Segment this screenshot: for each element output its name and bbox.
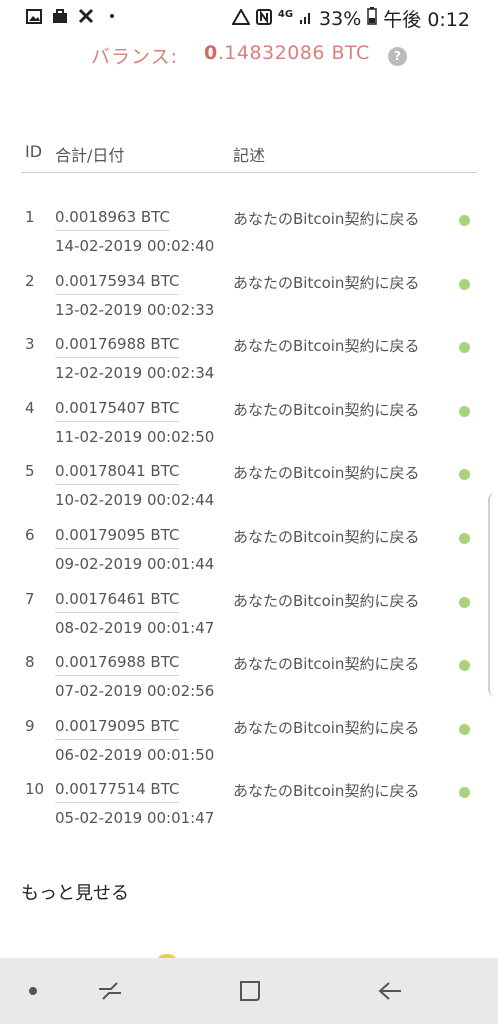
row-amount: 0.00179095 BTC — [55, 526, 180, 549]
header-amount-date: 合計/日付 — [55, 146, 125, 165]
row-amount: 0.00179095 BTC — [55, 717, 180, 740]
status-dot-icon — [459, 532, 470, 544]
row-description: あなたのBitcoin契約に戻る — [233, 210, 420, 228]
row-amount: 0.00178041 BTC — [55, 462, 180, 486]
row-amount: 0.00177514 BTC — [55, 780, 180, 804]
status-dot-icon — [459, 596, 470, 608]
row-date: 12-02-2019 00:02:34 — [55, 364, 215, 383]
row-date: 08-02-2019 00:01:47 — [55, 618, 215, 637]
recent-apps-icon[interactable] — [90, 974, 130, 1008]
status-dot-icon — [459, 342, 470, 354]
row-description: あなたのBitcoin契約に戻る — [233, 273, 420, 292]
help-icon[interactable]: ? — [388, 47, 407, 66]
status-dot-icon — [459, 469, 470, 481]
row-id: 7 — [25, 589, 35, 608]
table-row: 5 0.00178041 BTC 10-02-2019 00:02:44 あなたのBi… — [0, 460, 498, 524]
header-divider — [21, 172, 477, 173]
balance-section: バランス: 0.14832086 BTC ? — [0, 42, 498, 70]
status-dot-icon — [459, 215, 470, 226]
row-description: あなたのBitcoin契約に戻る — [233, 782, 420, 801]
row-id: 2 — [25, 271, 35, 290]
nfc-icon — [255, 8, 272, 30]
status-dot-icon — [459, 787, 470, 799]
row-id: 10 — [25, 780, 45, 799]
row-id: 5 — [25, 462, 35, 481]
row-amount: 0.00176461 BTC — [55, 590, 180, 613]
signal-icon — [299, 8, 313, 30]
row-amount: 0.0018963 BTC — [55, 208, 170, 231]
alert-icon — [231, 7, 251, 30]
row-description: あなたのBitcoin契約に戻る — [233, 337, 420, 356]
row-date: 11-02-2019 00:02:50 — [55, 427, 215, 446]
row-date: 05-02-2019 00:01:47 — [55, 809, 215, 828]
row-description: あなたのBitcoin契約に戻る — [233, 718, 420, 737]
table-row: 1 0.0018963 BTC 14-02-2019 00:02:40 あなたのBit… — [0, 206, 498, 270]
row-description: あなたのBitcoin契約に戻る — [233, 400, 420, 419]
row-amount: 0.00176988 BTC — [55, 335, 180, 359]
row-date: 07-02-2019 00:02:56 — [55, 682, 215, 701]
table-row: 10 0.00177514 BTC 05-02-2019 00:01:47 あなたのB… — [0, 778, 498, 842]
transaction-list: 1 0.0018963 BTC 14-02-2019 00:02:40 あなたのBit… — [0, 206, 498, 842]
status-bar: 4G 33% 午後 0:12 — [0, 0, 498, 34]
table-row: 4 0.00175407 BTC 11-02-2019 00:02:50 あなたのBi… — [0, 397, 498, 461]
row-id: 1 — [25, 208, 35, 226]
row-amount: 0.00175407 BTC — [55, 399, 180, 422]
row-description: あなたのBitcoin契約に戻る — [233, 464, 420, 483]
row-id: 8 — [25, 653, 35, 672]
back-icon[interactable] — [370, 974, 410, 1008]
battery-percent: 33% — [319, 7, 362, 30]
row-amount: 0.00176988 BTC — [55, 653, 180, 677]
scrollbar[interactable] — [488, 492, 498, 697]
balance-value-rest: .14832086 BTC — [217, 42, 370, 64]
nav-dot-icon — [29, 987, 37, 995]
table-row: 9 0.00179095 BTC 06-02-2019 00:01:50 あなたのBi… — [0, 715, 498, 779]
balance-label: バランス: — [91, 46, 179, 68]
row-id: 3 — [25, 335, 35, 354]
clock: 午後 0:12 — [383, 9, 470, 31]
status-dot-icon — [459, 278, 470, 290]
dot-icon — [104, 8, 120, 24]
network-type: 4G — [277, 9, 294, 20]
row-description: あなたのBitcoin契約に戻る — [233, 655, 420, 674]
row-date: 10-02-2019 00:02:44 — [55, 491, 215, 510]
show-more-link[interactable]: もっと見せる — [21, 879, 129, 905]
table-row: 7 0.00176461 BTC 08-02-2019 00:01:47 あなたのBi… — [0, 588, 498, 652]
home-icon[interactable] — [230, 974, 270, 1008]
status-dot-icon — [459, 723, 470, 735]
row-date: 13-02-2019 00:02:33 — [55, 300, 215, 319]
navigation-bar — [0, 958, 498, 1024]
row-description: あなたのBitcoin契約に戻る — [233, 527, 420, 546]
tools-icon — [78, 8, 94, 24]
status-dot-icon — [459, 405, 470, 417]
row-amount: 0.00175934 BTC — [55, 272, 180, 295]
row-id: 9 — [25, 716, 35, 735]
balance-value-lead: 0 — [204, 42, 218, 64]
row-description: あなたのBitcoin契約に戻る — [233, 591, 420, 610]
row-id: 4 — [25, 398, 35, 417]
table-row: 3 0.00176988 BTC 12-02-2019 00:02:34 あなたのBi… — [0, 333, 498, 397]
table-header: ID 合計/日付 記述 — [0, 142, 498, 166]
row-date: 06-02-2019 00:01:50 — [55, 745, 215, 764]
briefcase-icon — [52, 8, 68, 24]
table-row: 8 0.00176988 BTC 07-02-2019 00:02:56 あなたのBi… — [0, 651, 498, 715]
table-row: 6 0.00179095 BTC 09-02-2019 00:01:44 あなたのBi… — [0, 524, 498, 588]
balance-value: 0.14832086 BTC — [204, 42, 370, 64]
header-description: 記述 — [233, 146, 266, 165]
row-date: 14-02-2019 00:02:40 — [55, 237, 215, 255]
image-icon — [26, 8, 42, 24]
status-dot-icon — [459, 660, 470, 672]
table-row: 2 0.00175934 BTC 13-02-2019 00:02:33 あなたのBi… — [0, 270, 498, 334]
row-date: 09-02-2019 00:01:44 — [55, 554, 215, 573]
header-id: ID — [25, 142, 43, 161]
row-id: 6 — [25, 525, 35, 544]
battery-icon — [367, 7, 378, 30]
